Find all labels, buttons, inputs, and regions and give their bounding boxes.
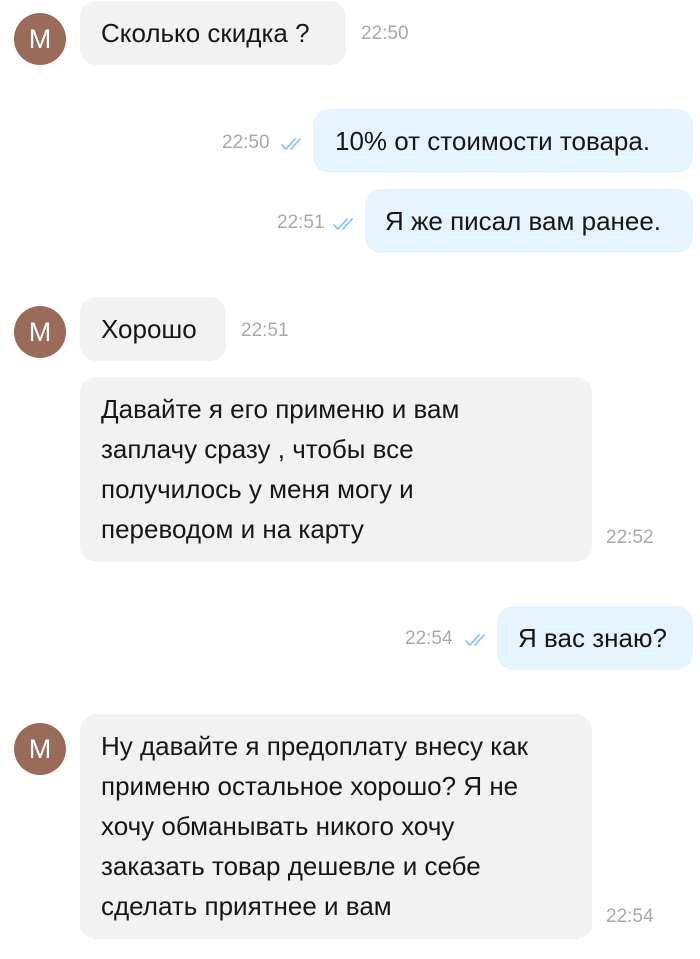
message-time: 22:54 (405, 628, 453, 649)
message-text: Я вас знаю? (518, 623, 667, 653)
message-text: 10% от стоимости товара. (335, 126, 651, 156)
contact-avatar[interactable]: М (14, 306, 66, 358)
outgoing-message[interactable]: Я же писал вам ранее. (365, 189, 693, 253)
double-check-icon (281, 138, 301, 150)
message-text: Давайте я его применю и вам заплачу сраз… (101, 394, 460, 544)
outgoing-message[interactable]: 10% от стоимости товара. (313, 109, 693, 173)
incoming-message[interactable]: Сколько скидка ? (80, 1, 346, 65)
message-text: Ну давайте я предоплату внесу как примен… (101, 731, 528, 921)
chat-thread[interactable]: М Сколько скидка ? 22:50 22:50 10% от ст… (0, 0, 700, 959)
message-time: 22:52 (606, 527, 654, 548)
incoming-message[interactable]: Хорошо (80, 297, 226, 361)
message-time: 22:51 (241, 320, 289, 341)
message-time: 22:50 (222, 132, 270, 153)
outgoing-message[interactable]: Я вас знаю? (497, 606, 693, 670)
incoming-message[interactable]: Давайте я его применю и вам заплачу сраз… (80, 377, 654, 562)
message-time: 22:51 (277, 212, 325, 233)
message-text: Я же писал вам ранее. (385, 206, 662, 236)
incoming-message[interactable]: Ну давайте я предоплату внесу как примен… (80, 714, 654, 939)
contact-avatar[interactable]: М (14, 13, 66, 65)
double-check-icon (333, 218, 353, 230)
contact-avatar[interactable]: М (14, 723, 66, 775)
message-time: 22:50 (361, 23, 409, 44)
message-time: 22:54 (606, 906, 654, 927)
message-text: Хорошо (101, 314, 197, 344)
double-check-icon (465, 634, 485, 646)
message-text: Сколько скидка ? (101, 18, 310, 48)
